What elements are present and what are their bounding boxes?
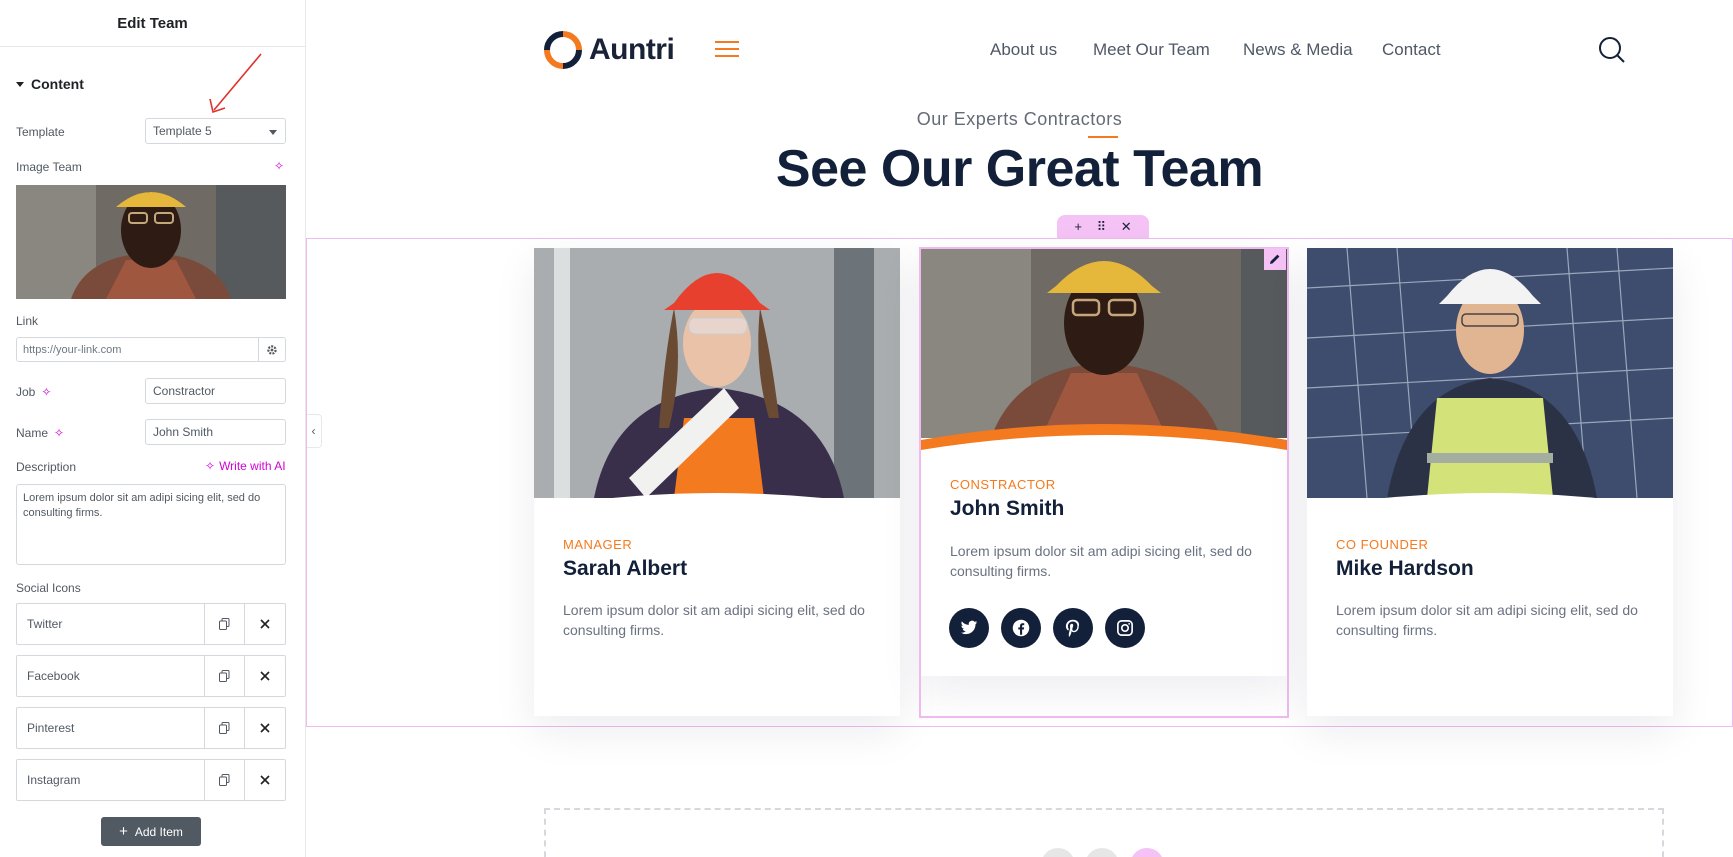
duplicate-button[interactable] [205,604,245,644]
job-label: Job ✧ [16,385,52,399]
job-input[interactable]: Constractor [145,378,286,404]
close-icon[interactable]: ✕ [1121,219,1132,235]
subheading-underline [1088,136,1118,138]
close-icon [260,619,270,629]
logo-gear-icon [544,31,582,69]
copy-icon [219,618,230,630]
team-description: Lorem ipsum dolor sit am adipi sicing el… [1336,602,1638,638]
ai-sparkle-icon[interactable]: ✧ [274,160,284,172]
remove-button[interactable] [245,760,285,800]
edit-widget-button[interactable] [1264,248,1286,270]
close-icon [260,723,270,733]
section-label: Content [31,76,84,92]
description-label: Description [16,460,77,474]
copy-icon [219,722,230,734]
hamburger-menu-icon[interactable] [715,41,739,62]
remove-button[interactable] [245,604,285,644]
nav-contact[interactable]: Contact [1382,40,1441,60]
section-handle[interactable]: + ⠿ ✕ [1057,215,1149,238]
repeater-item-pinterest[interactable]: Pinterest [16,707,286,749]
nav-team[interactable]: Meet Our Team [1093,40,1210,60]
add-item-button[interactable]: + Add Item [101,817,201,846]
chevron-down-icon [269,130,277,135]
logo-text: Auntri [589,33,675,66]
team-card[interactable]: MANAGER Sarah Albert Lorem ipsum dolor s… [534,248,900,716]
image-team-preview[interactable] [16,185,286,299]
repeater-item-instagram[interactable]: Instagram [16,759,286,801]
team-photo [534,248,900,498]
plus-icon: + [119,823,128,840]
team-job: MANAGER [563,537,633,552]
image-team-label: Image Team [16,160,82,174]
close-icon [260,671,270,681]
ai-sparkle-icon: ✧ [205,459,216,473]
search-icon[interactable] [1598,36,1626,64]
widget-selection-outline [919,247,1289,718]
section-subheading: Our Experts Contractors [916,109,1123,129]
repeater-item-facebook[interactable]: Facebook [16,655,286,697]
section-heading: See Our Great Team [775,140,1264,198]
add-icon[interactable]: + [1074,219,1082,234]
remove-button[interactable] [245,708,285,748]
panel-title: Edit Team [0,0,305,47]
team-description: Lorem ipsum dolor sit am adipi sicing el… [563,602,865,638]
nav-about[interactable]: About us [990,40,1057,60]
gear-icon [267,344,277,355]
team-name[interactable]: Mike Hardson [1336,557,1474,581]
duplicate-button[interactable] [205,708,245,748]
repeater-item-twitter[interactable]: Twitter [16,603,286,645]
caret-down-icon [16,81,24,87]
write-with-ai-button[interactable]: ✧ Write with AI [205,459,286,473]
link-options-button[interactable] [258,337,286,362]
copy-icon [219,670,230,682]
nav-news[interactable]: News & Media [1243,40,1353,60]
social-icons-label: Social Icons [16,581,81,595]
pencil-icon [1270,254,1280,264]
link-label: Link [16,314,39,328]
description-textarea[interactable]: Lorem ipsum dolor sit am adipi sicing el… [16,484,286,565]
ai-sparkle-icon[interactable]: ✧ [41,386,51,398]
team-card[interactable]: CO FOUNDER Mike Hardson Lorem ipsum dolo… [1307,248,1673,716]
team-photo [1307,248,1673,498]
name-input[interactable]: John Smith [145,419,286,445]
link-input[interactable]: https://your-link.com [16,337,259,362]
team-job: CO FOUNDER [1336,537,1429,552]
drag-handle-icon[interactable]: ⠿ [1097,219,1107,235]
team-name[interactable]: Sarah Albert [563,557,687,581]
section-content-toggle[interactable]: Content [16,76,84,92]
ai-sparkle-icon[interactable]: ✧ [54,427,64,439]
copy-icon [219,774,230,786]
name-label: Name ✧ [16,426,65,440]
duplicate-button[interactable] [205,760,245,800]
close-icon [260,775,270,785]
site-logo[interactable]: Auntri [543,30,675,70]
duplicate-button[interactable] [205,656,245,696]
remove-button[interactable] [245,656,285,696]
